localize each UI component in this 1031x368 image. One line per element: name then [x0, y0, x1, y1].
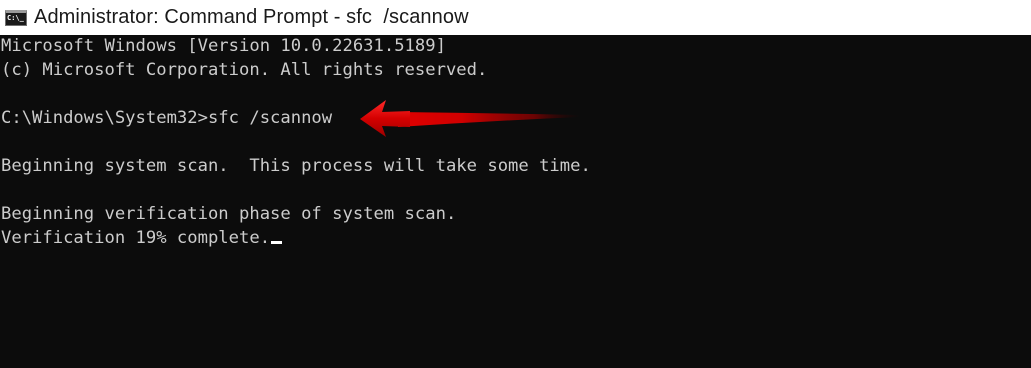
console-line-progress: Verification 19% complete.: [0, 226, 1031, 250]
console-output[interactable]: Microsoft Windows [Version 10.0.22631.51…: [0, 34, 1031, 368]
command-prompt-window: C:\_ Administrator: Command Prompt - sfc…: [0, 0, 1031, 368]
progress-text: Verification 19% complete.: [1, 228, 271, 248]
window-title: Administrator: Command Prompt - sfc /sca…: [34, 6, 469, 28]
command-prompt-icon: C:\_: [5, 9, 27, 26]
console-line-verification-phase: Beginning verification phase of system s…: [1, 204, 457, 224]
text-cursor: [271, 241, 283, 244]
red-arrow-icon: [360, 100, 580, 137]
title-bar[interactable]: C:\_ Administrator: Command Prompt - sfc…: [0, 0, 1031, 35]
console-line-version: Microsoft Windows [Version 10.0.22631.51…: [1, 36, 446, 56]
console-line-copyright: (c) Microsoft Corporation. All rights re…: [1, 60, 488, 80]
console-line-scan-start: Beginning system scan. This process will…: [1, 156, 591, 176]
